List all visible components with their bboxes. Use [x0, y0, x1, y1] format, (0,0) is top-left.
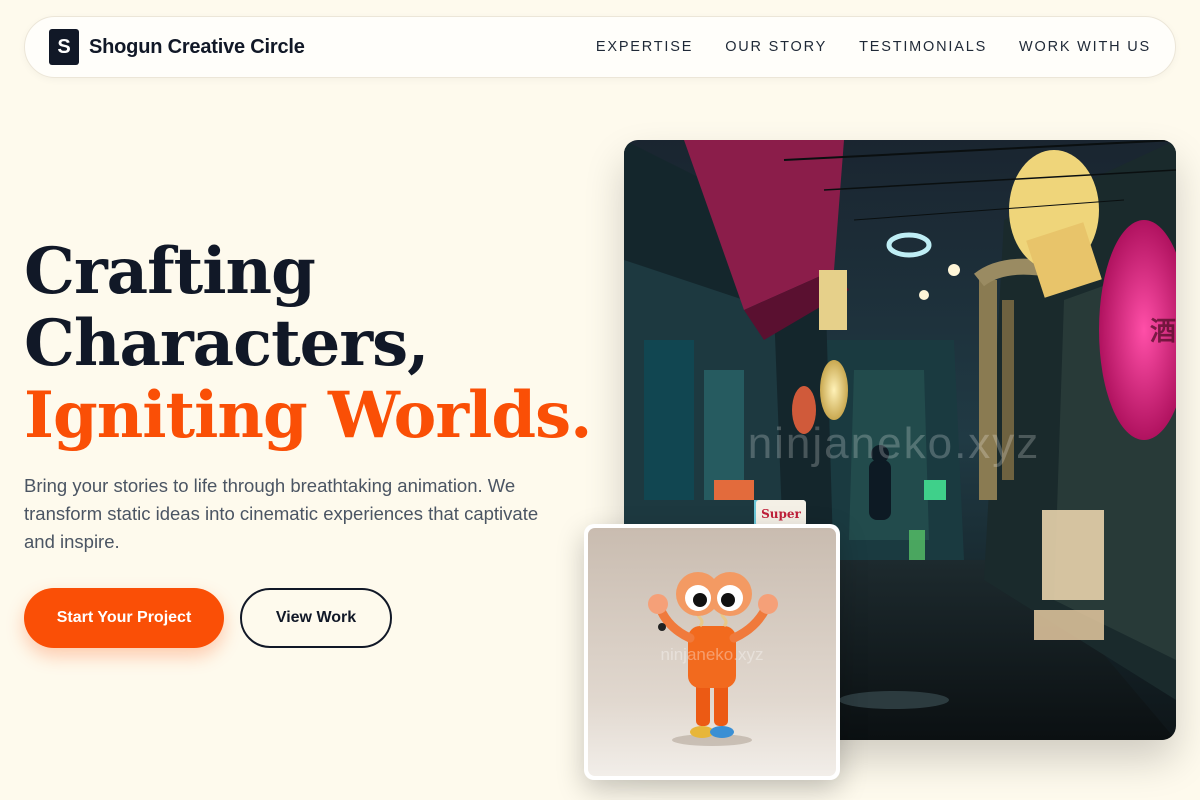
brand-name[interactable]: Shogun Creative Circle — [89, 36, 305, 59]
nav-links: EXPERTISE OUR STORY TESTIMONIALS WORK WI… — [596, 39, 1151, 55]
nav-link-our-story[interactable]: OUR STORY — [725, 39, 827, 55]
headline-line-1: Crafting — [24, 234, 316, 309]
top-nav: S Shogun Creative Circle EXPERTISE OUR S… — [24, 16, 1176, 78]
card-image-watermark: ninjaneko.xyz — [660, 645, 763, 664]
brand[interactable]: S Shogun Creative Circle — [49, 29, 305, 65]
headline-line-2: Characters, — [24, 306, 429, 381]
headline-line-3-accent: Igniting Worlds. — [24, 378, 592, 453]
brand-logo-icon[interactable]: S — [49, 29, 79, 65]
hero-headline: Crafting Characters, Igniting Worlds. — [24, 236, 604, 452]
start-project-button[interactable]: Start Your Project — [24, 588, 224, 648]
super-sign-text: Super — [761, 507, 801, 521]
character-card-image: ninjaneko.xyz — [588, 528, 836, 776]
view-work-button[interactable]: View Work — [240, 588, 392, 648]
hero-subtext: Bring your stories to life through breat… — [24, 475, 539, 552]
svg-text:酒: 酒 — [1150, 317, 1176, 347]
main-image-watermark: ninjaneko.xyz — [748, 419, 1041, 468]
nav-link-work-with-us[interactable]: WORK WITH US — [1019, 39, 1151, 55]
nav-link-testimonials[interactable]: TESTIMONIALS — [859, 39, 987, 55]
nav-link-expertise[interactable]: EXPERTISE — [596, 39, 693, 55]
character-card: ninjaneko.xyz — [584, 524, 840, 780]
